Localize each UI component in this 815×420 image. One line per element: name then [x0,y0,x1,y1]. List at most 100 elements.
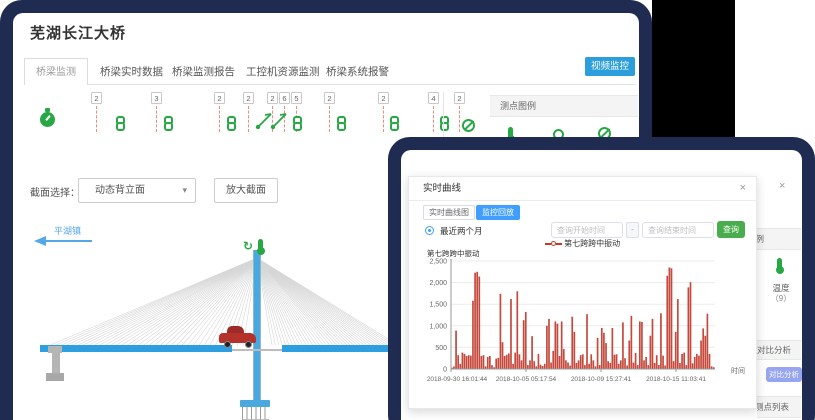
chart-bar [561,321,563,369]
chart-bar [455,331,457,369]
chart-bar [459,364,461,369]
svg-text:时间: 时间 [731,366,745,375]
chart-bar [582,354,584,369]
chart-bar [472,301,474,369]
chart-bar [521,360,523,369]
chart-bar [474,273,476,369]
chart-bar [669,267,671,369]
tab-monitor-playback[interactable]: 监控回放 [476,205,520,220]
chart-bar [516,291,518,369]
chart-bar [586,314,588,369]
chart-bar [628,340,630,369]
realtime-curve-modal: 实时曲线 × 实时曲线图 监控回放 最近两个月 - 查询 第七跨跨中振动 第七跨… [408,176,757,409]
vibration-chart: 05001,0001,5002,0002,5002018-09-30 16:01… [415,257,751,397]
chart-bar [692,363,694,369]
chart-bar [527,365,529,369]
chart-bar [698,356,700,369]
tab-realtime-curve-chart[interactable]: 实时曲线图 [423,205,475,220]
chart-bar [650,336,652,369]
chart-bar [664,366,666,369]
chart-bar [590,354,592,369]
chart-bar [599,365,601,369]
chart-bar [478,277,480,369]
chart-bar [641,322,643,369]
chart-bar [519,354,521,369]
chart-bar [603,333,605,369]
chart-bar [464,354,466,369]
svg-text:1,500: 1,500 [429,302,447,309]
chart-bar [677,299,679,369]
chart-bar [495,359,497,369]
compare-analysis-button[interactable]: 对比分析 [766,367,802,382]
chart-bar [696,354,698,369]
chart-bar [544,364,546,369]
chart-bar [688,287,690,369]
legend-line-icon [556,243,562,245]
chart-bar [626,366,628,369]
chart-bar [531,336,533,369]
chart-bar [491,365,493,369]
chart-bar [654,363,656,369]
chart-bar [489,356,491,369]
chart-bar [707,314,709,369]
chart-bar [673,361,675,369]
modal-header: 实时曲线 × [409,177,756,201]
chart-bar [593,360,595,369]
query-start-time-input[interactable] [551,222,623,238]
chart-bar [633,363,635,369]
modal-title: 实时曲线 [423,177,461,201]
chart-bar [675,332,677,369]
chart-bar [612,328,614,369]
chart-bar [533,361,535,369]
chart-bar [690,282,692,369]
query-end-time-input[interactable] [642,222,714,238]
chart-bar [662,356,664,369]
chart-bar [504,356,506,369]
chart-bar [487,357,489,369]
svg-text:0: 0 [443,367,447,374]
legend-label: 第七跨跨中振动 [564,239,620,248]
chart-bar [466,356,468,369]
chart-bar [476,272,478,369]
svg-text:2018-10-09 15:27:41: 2018-10-09 15:27:41 [571,376,632,383]
chart-bar [468,355,470,369]
chart-bar [481,356,483,369]
chart-bar [584,365,586,369]
chart-bar [510,299,512,369]
chart-bar [620,360,622,369]
svg-text:2,500: 2,500 [429,259,447,266]
chart-bar [681,354,683,369]
chart-bar [571,317,573,369]
chart-bar [500,294,502,369]
chart-bar [639,321,641,369]
chart-bar [512,364,514,369]
query-button[interactable]: 查询 [717,221,745,238]
chart-bar [576,363,578,369]
temperature-icon[interactable] [777,258,782,270]
chart-bar [588,364,590,369]
chart-bar [597,338,599,369]
chart-bar [483,355,485,369]
chart-bar [554,321,556,369]
chart-bar [567,363,569,369]
last-two-months-radio[interactable] [425,226,434,235]
chart-bar [709,354,711,369]
svg-text:2018-10-15 11:03:41: 2018-10-15 11:03:41 [646,376,706,383]
chart-bar [550,363,552,369]
chart-bar [574,332,576,369]
chart-bar [538,354,540,369]
chart-bar [624,358,626,369]
chart-bar [631,316,633,369]
chart-bar [614,355,616,369]
svg-text:500: 500 [435,345,447,352]
point-list-header: 测点列表 [757,396,801,418]
chart-bar [529,360,531,369]
chart-bar [457,355,459,369]
modal-close-icon[interactable]: × [740,182,746,194]
last-two-months-label: 最近两个月 [440,225,483,237]
close-icon[interactable]: × [779,180,785,192]
compare-analysis-header: 对比分析 [757,340,801,360]
chart-bar [607,361,609,369]
chart-bar [514,353,516,369]
chart-bar [605,343,607,369]
